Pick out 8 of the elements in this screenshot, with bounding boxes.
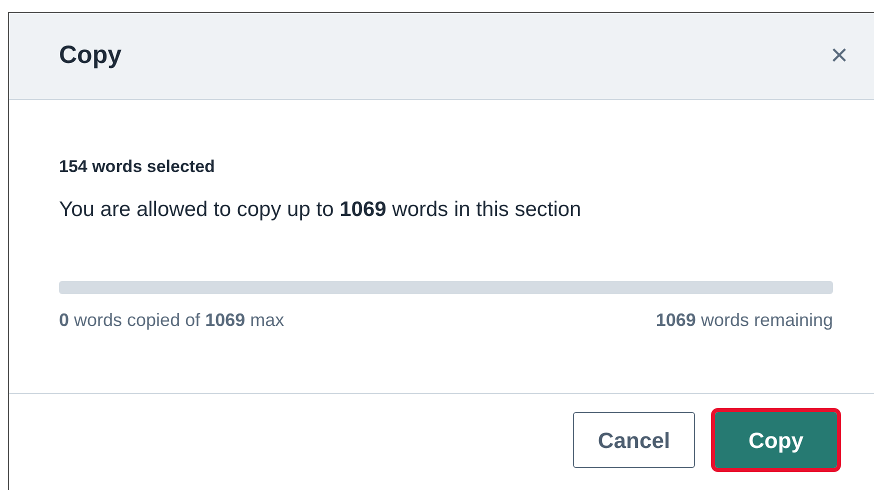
copied-count: 0 words copied of 1069 max (59, 309, 284, 332)
dialog-title: Copy (59, 40, 122, 72)
cancel-button[interactable]: Cancel (573, 412, 695, 468)
copy-button[interactable]: Copy (715, 412, 837, 468)
selection-summary: 154 words selected (59, 156, 216, 178)
remaining-count: 1069 words remaining (656, 309, 833, 332)
close-button[interactable]: × (830, 41, 848, 71)
allowance-message: You are allowed to copy up to 1069 words in this section (59, 196, 582, 222)
